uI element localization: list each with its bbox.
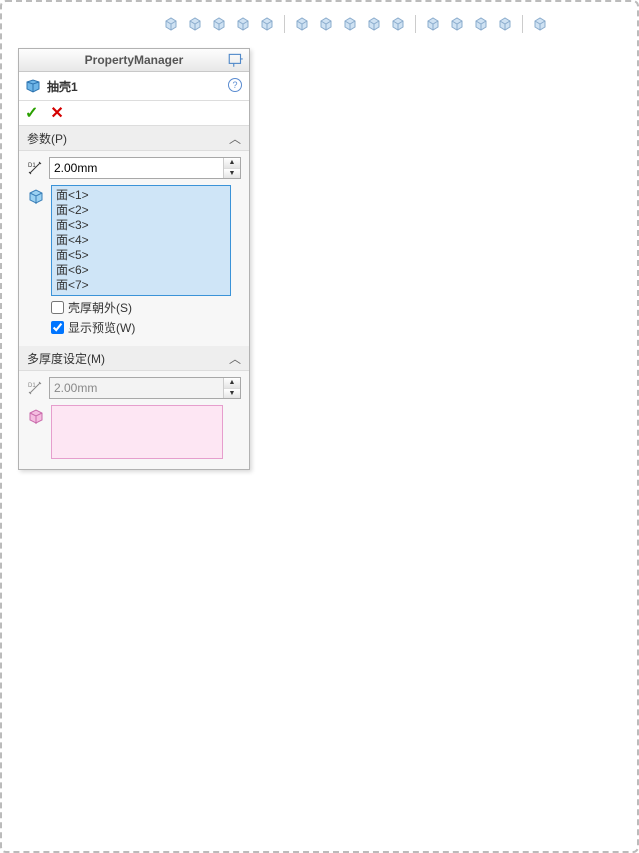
- faces-to-remove-list[interactable]: 面<1>面<2>面<3>面<4>面<5>面<6>面<7>: [51, 185, 231, 296]
- section-body-params: D1 ▲▼ 面<1>面<2>面<3>面<4>面<5>面<6>面<7> 壳厚朝外(…: [19, 151, 249, 346]
- list-item[interactable]: 面<3>: [56, 218, 226, 233]
- list-item[interactable]: 面<7>: [56, 278, 226, 293]
- list-item[interactable]: 面<4>: [56, 233, 226, 248]
- layers-icon[interactable]: [472, 15, 490, 33]
- cancel-button[interactable]: ✕: [50, 103, 63, 123]
- axis-icon[interactable]: [162, 15, 180, 33]
- iso-icon[interactable]: [293, 15, 311, 33]
- shell-outward-label: 壳厚朝外(S): [68, 299, 132, 316]
- multi-faces-list[interactable]: [51, 405, 223, 459]
- scene-icon[interactable]: [389, 15, 407, 33]
- separator: [522, 15, 523, 33]
- list-item[interactable]: 面<1>: [56, 188, 226, 203]
- view-toolbar: [162, 12, 617, 36]
- section-head-multi[interactable]: 多厚度设定(M) ︿: [19, 346, 249, 371]
- separator: [415, 15, 416, 33]
- thickness-dim-icon: D1: [27, 160, 43, 176]
- zoom-icon[interactable]: [186, 15, 204, 33]
- separator: [284, 15, 285, 33]
- display-icon[interactable]: [496, 15, 514, 33]
- list-item[interactable]: 面<5>: [56, 248, 226, 263]
- thickness-field[interactable]: [50, 158, 223, 178]
- chevron-up-icon: ︿: [229, 130, 241, 147]
- list-item[interactable]: 面<2>: [56, 203, 226, 218]
- title-text: PropertyManager: [85, 53, 184, 67]
- show-preview-input[interactable]: [51, 321, 64, 334]
- svg-text:?: ?: [232, 80, 237, 90]
- print-icon[interactable]: [448, 15, 466, 33]
- multi-thickness-field[interactable]: [50, 378, 223, 398]
- feature-name: 抽壳1: [47, 78, 78, 95]
- shell-outward-input[interactable]: [51, 301, 64, 314]
- shading-icon[interactable]: [317, 15, 335, 33]
- face-selection-icon: [27, 187, 45, 205]
- render-icon[interactable]: [365, 15, 383, 33]
- appearance-icon[interactable]: [341, 15, 359, 33]
- show-preview-label: 显示预览(W): [68, 319, 135, 336]
- show-preview-checkbox[interactable]: 显示预览(W): [51, 319, 241, 336]
- svg-text:D1: D1: [28, 163, 36, 169]
- feature-row: 抽壳1 ?: [19, 72, 249, 101]
- measure-icon[interactable]: [234, 15, 252, 33]
- spin-buttons[interactable]: ▲▼: [223, 378, 240, 398]
- multi-thickness-dim-icon: D1: [27, 380, 43, 396]
- thickness-input[interactable]: ▲▼: [49, 157, 241, 179]
- chevron-up-icon: ︿: [229, 350, 241, 367]
- spin-buttons[interactable]: ▲▼: [223, 158, 240, 178]
- pin-icon[interactable]: [227, 51, 245, 69]
- section-icon[interactable]: [258, 15, 276, 33]
- section-title-params: 参数(P): [27, 130, 67, 147]
- help-icon[interactable]: ?: [227, 77, 243, 93]
- hide-icon[interactable]: [424, 15, 442, 33]
- shell-feature-icon: [25, 78, 41, 94]
- confirm-row: ✓ ✕: [19, 101, 249, 126]
- shell-outward-checkbox[interactable]: 壳厚朝外(S): [51, 299, 241, 316]
- property-manager-panel: PropertyManager 抽壳1 ? ✓ ✕ 参数(P) ︿: [18, 48, 250, 470]
- section-body-multi: D1 ▲▼: [19, 371, 249, 469]
- list-item[interactable]: 面<6>: [56, 263, 226, 278]
- monitor-icon[interactable]: [531, 15, 549, 33]
- property-manager-title: PropertyManager: [19, 49, 249, 72]
- ok-button[interactable]: ✓: [25, 103, 38, 123]
- multi-thickness-input[interactable]: ▲▼: [49, 377, 241, 399]
- svg-text:D1: D1: [28, 383, 36, 389]
- multi-face-icon: [27, 407, 45, 425]
- section-head-params[interactable]: 参数(P) ︿: [19, 126, 249, 151]
- section-title-multi: 多厚度设定(M): [27, 350, 105, 367]
- orbit-icon[interactable]: [210, 15, 228, 33]
